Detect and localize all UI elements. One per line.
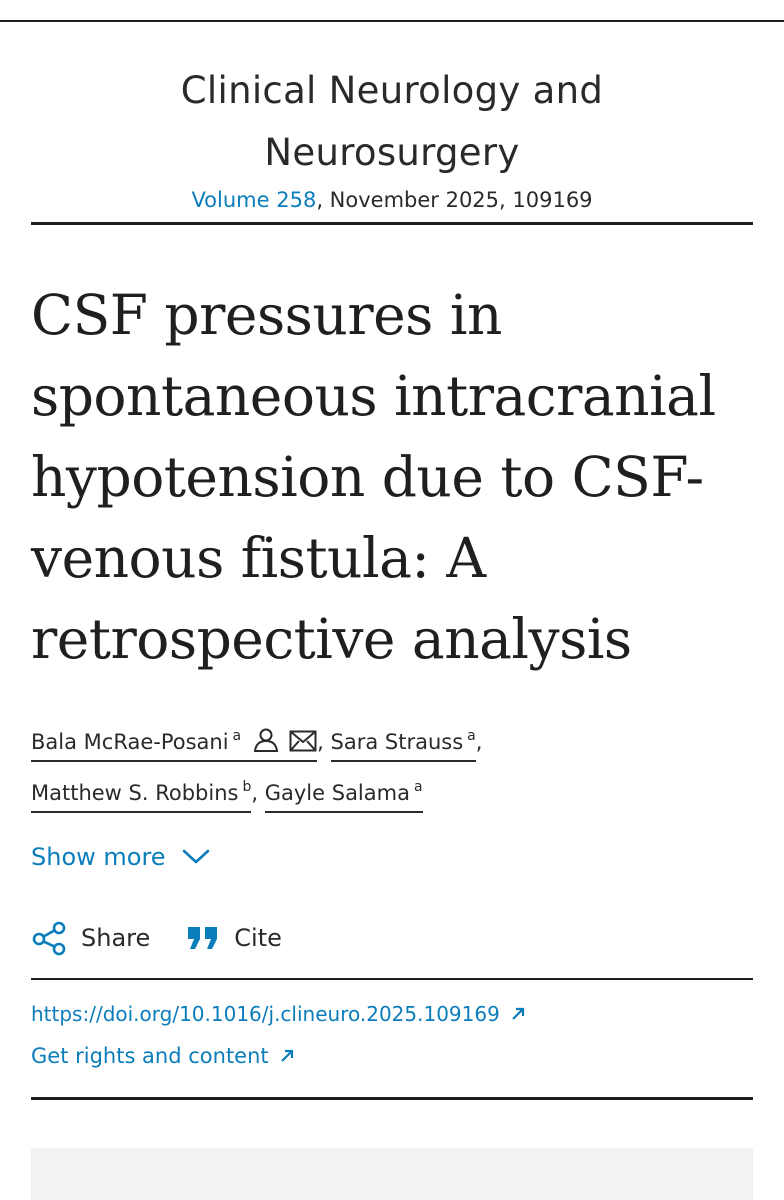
affiliation-marker: a xyxy=(232,728,242,744)
issue-info: , November 2025, 109169 xyxy=(316,188,593,212)
rights-link[interactable]: Get rights and content xyxy=(31,1044,295,1068)
mail-icon[interactable] xyxy=(289,721,317,769)
share-icon xyxy=(32,921,66,956)
article-title: CSF pressures in spontaneous intracrania… xyxy=(31,283,716,671)
volume-link[interactable]: Volume 258 xyxy=(191,188,316,212)
top-divider xyxy=(0,20,784,22)
author-link-strauss[interactable]: Sara Strauss a xyxy=(330,728,476,762)
journal-title-line-2[interactable]: Neurosurgery xyxy=(31,122,753,184)
person-icon[interactable] xyxy=(253,721,279,769)
journal-title[interactable]: Clinical Neurology and Neurosurgery xyxy=(31,60,753,184)
share-label: Share xyxy=(81,924,151,952)
actions-divider xyxy=(31,978,753,980)
show-more-label: Show more xyxy=(31,843,166,871)
share-button[interactable]: Share xyxy=(31,920,150,956)
author-link-mcrae-posani[interactable]: Bala McRae-Posani a xyxy=(31,728,318,762)
show-more-button[interactable]: Show more xyxy=(31,843,210,871)
author-link-robbins[interactable]: Matthew S. Robbins b xyxy=(31,780,252,813)
author-separator: , xyxy=(317,730,324,754)
volume-info: Volume 258, November 2025, 109169 xyxy=(31,186,753,214)
author-name: Matthew S. Robbins xyxy=(31,781,239,805)
cite-button[interactable]: Cite xyxy=(186,924,282,952)
affiliation-marker: a xyxy=(413,779,423,795)
cite-label: Cite xyxy=(234,924,282,952)
author-list: Bala McRae-Posani a , Sara Strauss a, Matt… xyxy=(31,718,753,817)
affiliation-marker: a xyxy=(467,728,476,744)
author-name: Sara Strauss xyxy=(330,730,464,754)
author-name: Bala McRae-Posani xyxy=(31,730,229,754)
external-link-icon xyxy=(280,1049,293,1062)
article-actions: Share Cite xyxy=(31,920,282,956)
author-name: Gayle Salama xyxy=(264,781,410,805)
header-divider xyxy=(31,222,753,225)
author-separator: , xyxy=(251,781,259,805)
doi-url: https://doi.org/10.1016/j.clineuro.2025.… xyxy=(31,1002,500,1026)
abstract-panel xyxy=(31,1148,753,1200)
quote-icon xyxy=(188,927,218,949)
content-divider xyxy=(31,1097,753,1100)
author-link-salama[interactable]: Gayle Salama a xyxy=(264,779,423,813)
author-separator: , xyxy=(475,730,483,754)
external-link-icon xyxy=(512,1007,524,1020)
journal-title-line-1[interactable]: Clinical Neurology and xyxy=(31,60,753,122)
doi-link[interactable]: https://doi.org/10.1016/j.clineuro.2025.… xyxy=(31,1002,526,1026)
rights-label: Get rights and content xyxy=(31,1044,269,1068)
chevron-down-icon xyxy=(182,849,209,864)
